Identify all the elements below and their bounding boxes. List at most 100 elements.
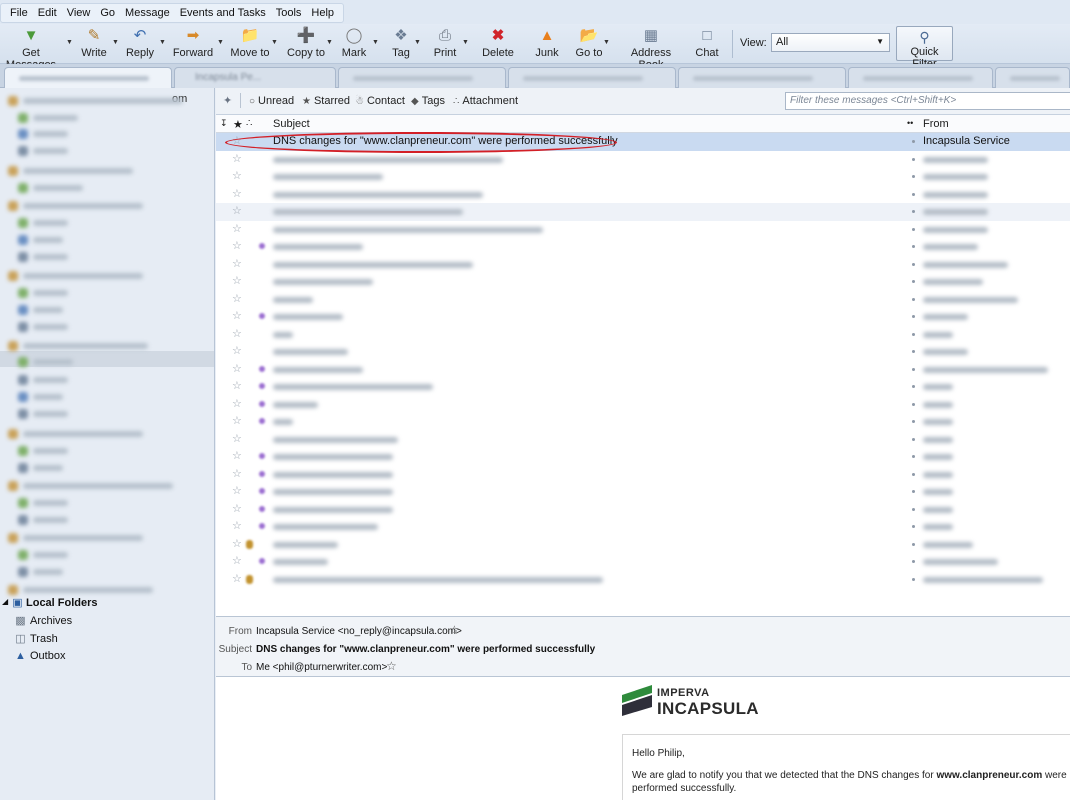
folder-outbox[interactable]: ▲ Outbox	[14, 649, 204, 666]
subject-column-header[interactable]: Subject	[273, 118, 310, 130]
filter-unread[interactable]: ○ Unread	[249, 95, 294, 107]
blurred-folder-name[interactable]	[33, 324, 68, 330]
read-dot-icon[interactable]	[912, 560, 915, 563]
blurred-folder-name[interactable]	[33, 131, 68, 137]
folder-archives[interactable]: ▩ Archives	[14, 614, 204, 631]
get-messages-button[interactable]: ▼ Get Messages	[0, 26, 62, 71]
chat-button[interactable]: □ Chat	[693, 26, 721, 62]
read-dot-icon[interactable]	[912, 542, 915, 546]
blurred-folder-name[interactable]	[33, 359, 73, 365]
message-row[interactable]: ☆	[216, 483, 1070, 501]
star-icon[interactable]: ☆	[232, 379, 242, 392]
star-icon[interactable]: ☆	[232, 222, 242, 235]
star-icon[interactable]: ☆	[232, 397, 242, 410]
go-to-button[interactable]: 📂 Go to	[574, 26, 604, 62]
reply-button[interactable]: ↶ Reply	[124, 26, 156, 62]
blurred-folder-name[interactable]	[33, 411, 68, 417]
read-dot-icon[interactable]	[912, 332, 915, 336]
menu-events-and-tasks[interactable]: Events and Tasks	[175, 4, 271, 22]
star-icon[interactable]: ☆	[232, 537, 242, 550]
move-to-dropdown-icon[interactable]: ▼	[271, 39, 278, 46]
read-dot-icon[interactable]	[912, 507, 915, 511]
star-icon[interactable]: ☆	[232, 152, 242, 165]
tab-message[interactable]: Incapsula Pe...	[174, 67, 336, 88]
pin-icon[interactable]: ✦	[223, 94, 232, 107]
star-icon[interactable]: ☆	[232, 414, 242, 427]
mark-dropdown-icon[interactable]: ▼	[372, 39, 379, 46]
message-row[interactable]: ☆	[216, 518, 1070, 536]
reply-dropdown-icon[interactable]: ▼	[159, 39, 166, 46]
read-dot-icon[interactable]	[912, 262, 915, 266]
star-icon[interactable]: ☆	[232, 274, 242, 287]
read-dot-icon[interactable]	[912, 455, 915, 458]
blurred-folder-name[interactable]	[23, 431, 143, 437]
message-row[interactable]: ☆	[216, 571, 1070, 589]
write-button[interactable]: ✎ Write	[79, 26, 109, 62]
blurred-folder-name[interactable]	[33, 237, 63, 243]
read-dot-icon[interactable]	[912, 437, 915, 441]
star-icon[interactable]: ☆	[232, 187, 242, 200]
menu-view[interactable]: View	[62, 4, 96, 22]
message-row[interactable]: ☆	[216, 221, 1070, 239]
forward-dropdown-icon[interactable]: ▼	[217, 39, 224, 46]
message-row[interactable]: ☆	[216, 256, 1070, 274]
blurred-folder-name[interactable]	[23, 168, 133, 174]
forward-button[interactable]: ➡ Forward	[172, 26, 214, 62]
message-row[interactable]: ☆	[216, 536, 1070, 554]
read-dot-icon[interactable]	[912, 192, 915, 196]
blurred-folder-name[interactable]	[23, 483, 173, 489]
message-row[interactable]: ☆	[216, 501, 1070, 519]
add-contact-star-icon[interactable]: ☆	[386, 659, 397, 673]
blurred-folder-name[interactable]	[33, 254, 68, 260]
message-row[interactable]: ☆	[216, 186, 1070, 204]
blurred-folder-name[interactable]	[33, 148, 68, 154]
starred-column-icon[interactable]: ★	[233, 118, 243, 131]
filter-messages-input[interactable]: Filter these messages <Ctrl+Shift+K>	[785, 92, 1070, 110]
tab-blurred-1[interactable]	[338, 67, 506, 88]
star-icon[interactable]: ☆	[232, 502, 242, 515]
view-select[interactable]: All ▼	[771, 33, 890, 52]
folder-trash[interactable]: ◫ Trash	[14, 632, 204, 649]
star-icon[interactable]: ☆	[232, 432, 242, 445]
star-icon[interactable]: ☆	[232, 257, 242, 270]
blurred-folder-name[interactable]	[33, 569, 63, 575]
blurred-folder-name[interactable]	[23, 343, 148, 349]
star-icon[interactable]: ☆	[232, 519, 242, 532]
junk-button[interactable]: ▲ Junk	[533, 26, 561, 62]
blurred-folder-name[interactable]	[33, 394, 63, 400]
blurred-folder-name[interactable]	[33, 307, 63, 313]
menu-help[interactable]: Help	[306, 4, 339, 22]
tag-dropdown-icon[interactable]: ▼	[414, 39, 421, 46]
tag-button[interactable]: ❖ Tag	[388, 26, 414, 62]
mark-button[interactable]: ◯ Mark	[340, 26, 368, 62]
blurred-folder-name[interactable]	[33, 290, 68, 296]
menu-tools[interactable]: Tools	[271, 4, 307, 22]
star-icon[interactable]: ☆	[232, 204, 242, 217]
tab-blurred-5[interactable]	[995, 67, 1070, 88]
blurred-folder-name[interactable]	[33, 220, 68, 226]
read-dot-icon[interactable]	[912, 472, 915, 476]
read-status-column-icon[interactable]: ••	[907, 118, 913, 128]
message-row[interactable]: ☆	[216, 168, 1070, 186]
star-icon[interactable]: ☆	[232, 292, 242, 305]
message-row[interactable]: ☆	[216, 413, 1070, 431]
blurred-folder-name[interactable]	[33, 448, 68, 454]
blurred-folder-name[interactable]	[33, 115, 78, 121]
local-folders-account[interactable]: ◢ ▣ Local Folders	[2, 596, 202, 613]
star-icon[interactable]: ☆	[232, 572, 242, 585]
get-messages-dropdown-icon[interactable]: ▼	[66, 39, 73, 46]
blurred-folder-name[interactable]	[23, 203, 143, 209]
copy-to-dropdown-icon[interactable]: ▼	[326, 39, 333, 46]
message-row[interactable]: ☆	[216, 151, 1070, 169]
blurred-folder-name[interactable]	[23, 535, 143, 541]
read-dot-icon[interactable]	[912, 420, 915, 423]
star-icon[interactable]: ☆	[232, 327, 242, 340]
star-icon[interactable]: ☆	[232, 449, 242, 462]
menu-file[interactable]: File	[5, 4, 33, 22]
message-row[interactable]: ☆	[216, 431, 1070, 449]
star-icon[interactable]: ☆	[232, 344, 242, 357]
star-icon[interactable]: ☆	[232, 362, 242, 375]
message-row[interactable]: ☆	[216, 273, 1070, 291]
read-dot-icon[interactable]	[912, 525, 915, 528]
read-dot-icon[interactable]	[912, 280, 915, 283]
